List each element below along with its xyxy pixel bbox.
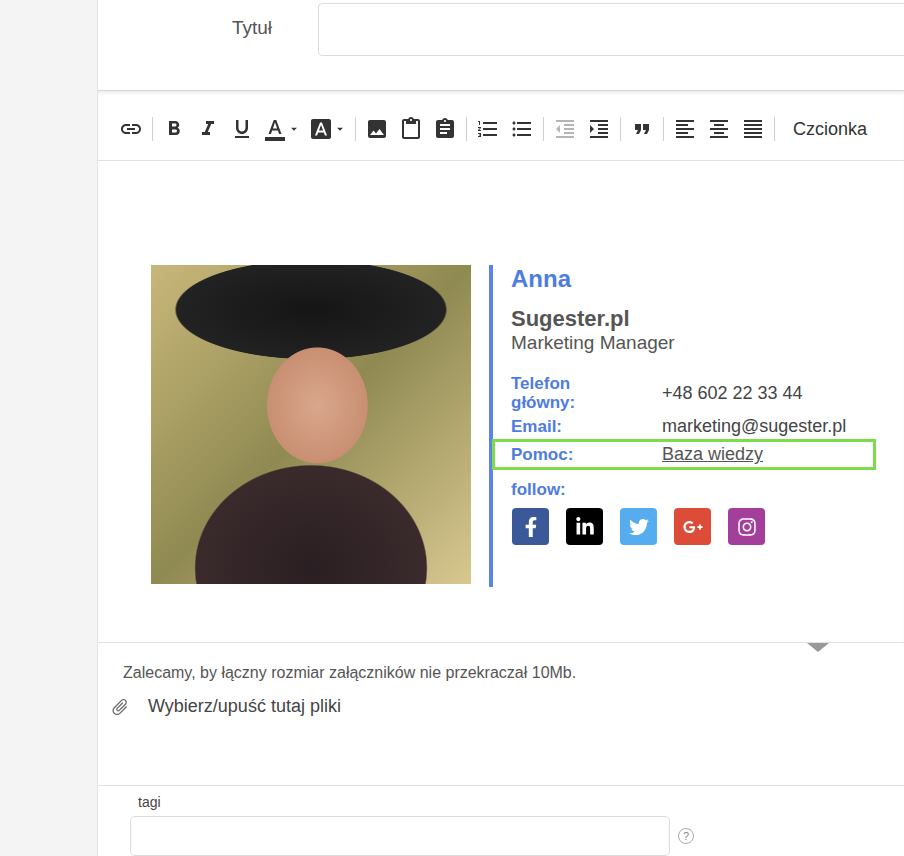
instagram-icon xyxy=(737,517,757,537)
toolbar-separator xyxy=(466,117,467,141)
signature-company: Sugester.pl xyxy=(511,306,876,332)
toolbar-separator xyxy=(774,117,775,141)
align-left-button[interactable] xyxy=(670,115,700,143)
attachments-dropzone[interactable]: Wybierz/upuść tutaj pliki xyxy=(110,696,904,717)
align-left-icon xyxy=(673,117,697,141)
follow-label: follow: xyxy=(511,480,876,500)
toolbar-group xyxy=(362,115,460,143)
text-color-button[interactable] xyxy=(261,115,303,143)
instagram-link[interactable] xyxy=(728,508,765,545)
tags-input[interactable] xyxy=(130,816,670,856)
facebook-link[interactable] xyxy=(512,508,549,545)
facebook-icon xyxy=(521,517,541,537)
bg-color-button[interactable] xyxy=(307,115,349,143)
side-strip xyxy=(0,0,98,856)
twitter-link[interactable] xyxy=(620,508,657,545)
toolbar-separator xyxy=(355,117,356,141)
twitter-icon xyxy=(629,517,649,537)
underline-icon xyxy=(230,117,254,141)
toolbar-group xyxy=(670,115,768,143)
align-justify-button[interactable] xyxy=(738,115,768,143)
link-icon xyxy=(119,117,143,141)
editor-content[interactable]: Anna Sugester.plMarketing Manager Telefon … xyxy=(98,161,904,643)
toolbar-group xyxy=(159,115,349,143)
outdent-icon xyxy=(553,117,577,141)
signature-row: Telefon główny:+48 602 22 33 44 xyxy=(511,373,876,414)
signature-photo xyxy=(151,265,471,584)
attachments-note: Zalecamy, by łączny rozmiar załączników … xyxy=(110,664,904,682)
text-color-icon xyxy=(263,117,287,141)
main-panel: Tytuł Czcionka Anna Sugester.plMarketing Ma… xyxy=(98,0,904,856)
resize-row xyxy=(98,643,904,652)
italic-button[interactable] xyxy=(193,115,223,143)
signature-details: Anna Sugester.plMarketing Manager Telefon … xyxy=(489,265,876,587)
toolbar-group xyxy=(116,115,146,143)
signature-name: Anna xyxy=(511,265,876,294)
help-badge[interactable]: ? xyxy=(678,828,694,844)
bold-button[interactable] xyxy=(159,115,189,143)
link-button[interactable] xyxy=(116,115,146,143)
googleplus-link[interactable] xyxy=(674,508,711,545)
toolbar-group xyxy=(473,115,537,143)
signature-row-label: Pomoc: xyxy=(511,446,662,465)
align-center-icon xyxy=(707,117,731,141)
outdent-button[interactable] xyxy=(550,115,580,143)
signature-row: Pomoc:Baza wiedzy xyxy=(492,439,876,470)
indent-button[interactable] xyxy=(584,115,614,143)
editor: Czcionka Anna Sugester.plMarketing Manager… xyxy=(98,90,904,652)
tags-label: tagi xyxy=(130,794,904,810)
quote-button[interactable] xyxy=(627,115,657,143)
title-row: Tytuł xyxy=(98,0,904,90)
font-menu[interactable]: Czcionka xyxy=(787,115,873,144)
bullet-list-button[interactable] xyxy=(507,115,537,143)
toolbar-separator xyxy=(152,117,153,141)
signature: Anna Sugester.plMarketing Manager Telefon … xyxy=(151,265,904,587)
paste-word-icon xyxy=(433,117,457,141)
indent-icon xyxy=(587,117,611,141)
googleplus-icon xyxy=(683,517,703,537)
dropzone-label: Wybierz/upuść tutaj pliki xyxy=(148,696,341,717)
resize-handle[interactable] xyxy=(807,643,829,652)
title-label: Tytuł xyxy=(98,3,318,39)
image-icon xyxy=(365,117,389,141)
dropdown-arrow-icon xyxy=(287,122,301,136)
signature-row-value: marketing@sugester.pl xyxy=(662,416,846,437)
signature-row: Email:marketing@sugester.pl xyxy=(511,414,876,439)
paste-word-button[interactable] xyxy=(430,115,460,143)
paperclip-icon xyxy=(106,692,134,720)
dropdown-arrow-icon xyxy=(333,122,347,136)
attachments: Zalecamy, by łączny rozmiar załączników … xyxy=(98,652,904,786)
image-button[interactable] xyxy=(362,115,392,143)
italic-icon xyxy=(196,117,220,141)
paste-text-icon xyxy=(399,117,423,141)
toolbar-group xyxy=(550,115,614,143)
linkedin-icon xyxy=(575,517,595,537)
bold-icon xyxy=(162,117,186,141)
underline-button[interactable] xyxy=(227,115,257,143)
tags-section: tagi? xyxy=(98,786,904,856)
toolbar-separator xyxy=(663,117,664,141)
signature-row-label: Email: xyxy=(511,418,662,437)
quote-icon xyxy=(630,117,654,141)
align-center-button[interactable] xyxy=(704,115,734,143)
toolbar-separator xyxy=(543,117,544,141)
toolbar-separator xyxy=(620,117,621,141)
align-justify-icon xyxy=(741,117,765,141)
linkedin-link[interactable] xyxy=(566,508,603,545)
paste-text-button[interactable] xyxy=(396,115,426,143)
title-input[interactable] xyxy=(318,3,904,56)
signature-row-value: +48 602 22 33 44 xyxy=(662,383,803,404)
toolbar-group xyxy=(627,115,657,143)
bg-color-icon xyxy=(309,117,333,141)
tags-row: ? xyxy=(130,816,904,856)
signature-row-link[interactable]: Baza wiedzy xyxy=(662,444,763,465)
signature-position: Marketing Manager xyxy=(511,332,876,355)
message-editor-page: Tytuł Czcionka Anna Sugester.plMarketing Ma… xyxy=(0,0,904,856)
signature-row-label: Telefon główny: xyxy=(511,375,662,412)
bullet-list-icon xyxy=(510,117,534,141)
ordered-list-button[interactable] xyxy=(473,115,503,143)
ordered-list-icon xyxy=(476,117,500,141)
toolbar: Czcionka xyxy=(98,98,904,161)
social-links xyxy=(511,508,876,545)
